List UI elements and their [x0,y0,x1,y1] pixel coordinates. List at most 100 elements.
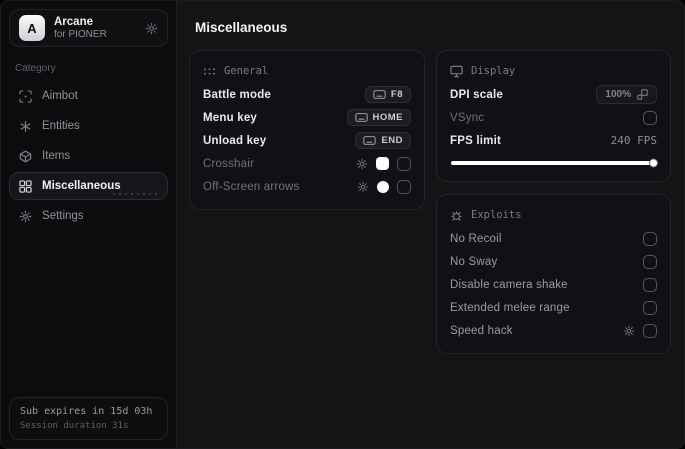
fps-limit-label: FPS limit [450,134,502,147]
brand-text: Arcane for PIONER [54,16,107,40]
display-panel-header: Display [450,59,657,83]
sidebar: A Arcane for PIONER Category Aimbot Enti… [1,1,177,448]
crosshair-controls [356,156,411,171]
category-label: Category [15,63,56,74]
crosshair-checkbox[interactable] [397,156,411,171]
slider-thumb[interactable] [649,158,658,168]
main-content: Miscellaneous General Battle mode F8 Men… [177,1,684,448]
vsync-label: VSync [450,111,485,124]
gear-icon[interactable] [356,158,368,170]
gear-icon[interactable] [623,325,635,337]
panels-container: General Battle mode F8 Menu key HOME Unl… [189,50,671,354]
crosshair-color-swatch[interactable] [376,157,389,170]
sidebar-item-aimbot[interactable]: Aimbot [9,82,168,110]
display-panel: Display DPI scale 100% VSync FPS limit 2… [436,50,671,182]
offscreen-arrows-label: Off-Screen arrows [203,180,300,193]
fps-limit-slider[interactable] [451,158,658,168]
dpi-scale-row: DPI scale 100% [450,83,657,106]
exploits-panel-title: Exploits [471,209,522,221]
dots-decoration [111,192,159,196]
battle-mode-row: Battle mode F8 [203,83,411,106]
offscreen-arrows-controls [357,179,411,194]
app-title: Arcane [54,16,93,28]
disable-camera-shake-row: Disable camera shake [450,273,657,296]
keyboard-icon [363,136,377,145]
unload-key-label: Unload key [203,134,267,147]
menu-key-keybind-button[interactable]: HOME [346,109,411,126]
fps-limit-value: 240 FPS [610,134,657,147]
unload-key-row: Unload key END [203,129,411,152]
sub-expires-text: Sub expires in 15d 03h [20,406,153,417]
battle-mode-label: Battle mode [203,88,272,101]
app-window: A Arcane for PIONER Category Aimbot Enti… [0,0,685,449]
speed-hack-controls [623,323,657,338]
app-subtitle: for PIONER [54,29,107,40]
extended-melee-range-row: Extended melee range [450,296,657,319]
sidebar-item-settings[interactable]: Settings [9,202,168,230]
menu-key-label: Menu key [203,111,258,124]
speed-hack-checkbox[interactable] [643,323,657,338]
speed-hack-row: Speed hack [450,319,657,342]
disable-camera-shake-checkbox[interactable] [643,277,657,292]
gear-icon[interactable] [357,181,369,193]
display-panel-title: Display [471,65,516,77]
entities-icon [19,120,32,133]
no-sway-checkbox[interactable] [643,254,657,269]
exploits-panel-header: Exploits [450,203,657,227]
general-panel-header: General [203,59,411,83]
crosshair-row: Crosshair [203,152,411,175]
brand-card: A Arcane for PIONER [9,9,168,47]
left-column: General Battle mode F8 Menu key HOME Unl… [189,50,425,210]
unload-key-keybind-button[interactable]: END [355,132,411,149]
no-recoil-label: No Recoil [450,232,502,245]
sidebar-nav: Aimbot Entities Items Miscellaneous Sett… [9,82,168,230]
offscreen-arrows-checkbox[interactable] [397,179,411,194]
sidebar-item-label: Items [42,150,71,162]
right-column: Display DPI scale 100% VSync FPS limit 2… [436,50,671,354]
crosshair-label: Crosshair [203,157,255,170]
package-icon [19,150,32,163]
gear-icon[interactable] [145,22,158,35]
vsync-row: VSync [450,106,657,129]
keyboard-icon [373,90,386,99]
dpi-scale-value: 100% [605,89,631,100]
slider-fill [451,158,658,168]
sidebar-item-miscellaneous[interactable]: Miscellaneous [9,172,168,200]
no-sway-row: No Sway [450,250,657,273]
dpi-scale-button[interactable]: 100% [596,85,657,104]
no-recoil-checkbox[interactable] [643,231,657,246]
keybind-value: HOME [372,112,403,123]
no-recoil-row: No Recoil [450,227,657,250]
crosshair-scan-icon [19,89,32,103]
sidebar-item-label: Settings [42,210,84,222]
exploits-panel: Exploits No Recoil No Sway Disable camer… [436,194,671,354]
vsync-checkbox[interactable] [643,110,657,125]
fps-limit-row: FPS limit 240 FPS [450,129,657,152]
general-panel: General Battle mode F8 Menu key HOME Unl… [189,50,425,210]
speed-hack-label: Speed hack [450,324,513,337]
sidebar-item-items[interactable]: Items [9,142,168,170]
extended-melee-range-label: Extended melee range [450,301,570,314]
no-sway-label: No Sway [450,255,498,268]
menu-key-row: Menu key HOME [203,106,411,129]
monitor-icon [450,65,463,78]
extended-melee-range-checkbox[interactable] [643,300,657,315]
session-duration-text: Session duration 31s [20,421,129,431]
grid-icon [19,179,32,193]
subscription-info: Sub expires in 15d 03h Session duration … [9,397,168,440]
sidebar-item-label: Aimbot [42,90,78,102]
offscreen-arrows-color-swatch[interactable] [377,180,389,193]
disable-camera-shake-label: Disable camera shake [450,278,568,291]
keybind-value: F8 [390,89,403,100]
keyboard-icon [354,113,368,122]
page-title: Miscellaneous [195,20,288,35]
sidebar-item-label: Miscellaneous [42,180,121,192]
sidebar-item-entities[interactable]: Entities [9,112,168,140]
dots-grid-icon [203,66,216,77]
bug-icon [450,209,463,222]
scale-icon [637,89,648,100]
gear-icon [19,210,32,223]
sidebar-item-label: Entities [42,120,80,132]
battle-mode-keybind-button[interactable]: F8 [364,86,411,103]
dpi-scale-label: DPI scale [450,88,503,101]
